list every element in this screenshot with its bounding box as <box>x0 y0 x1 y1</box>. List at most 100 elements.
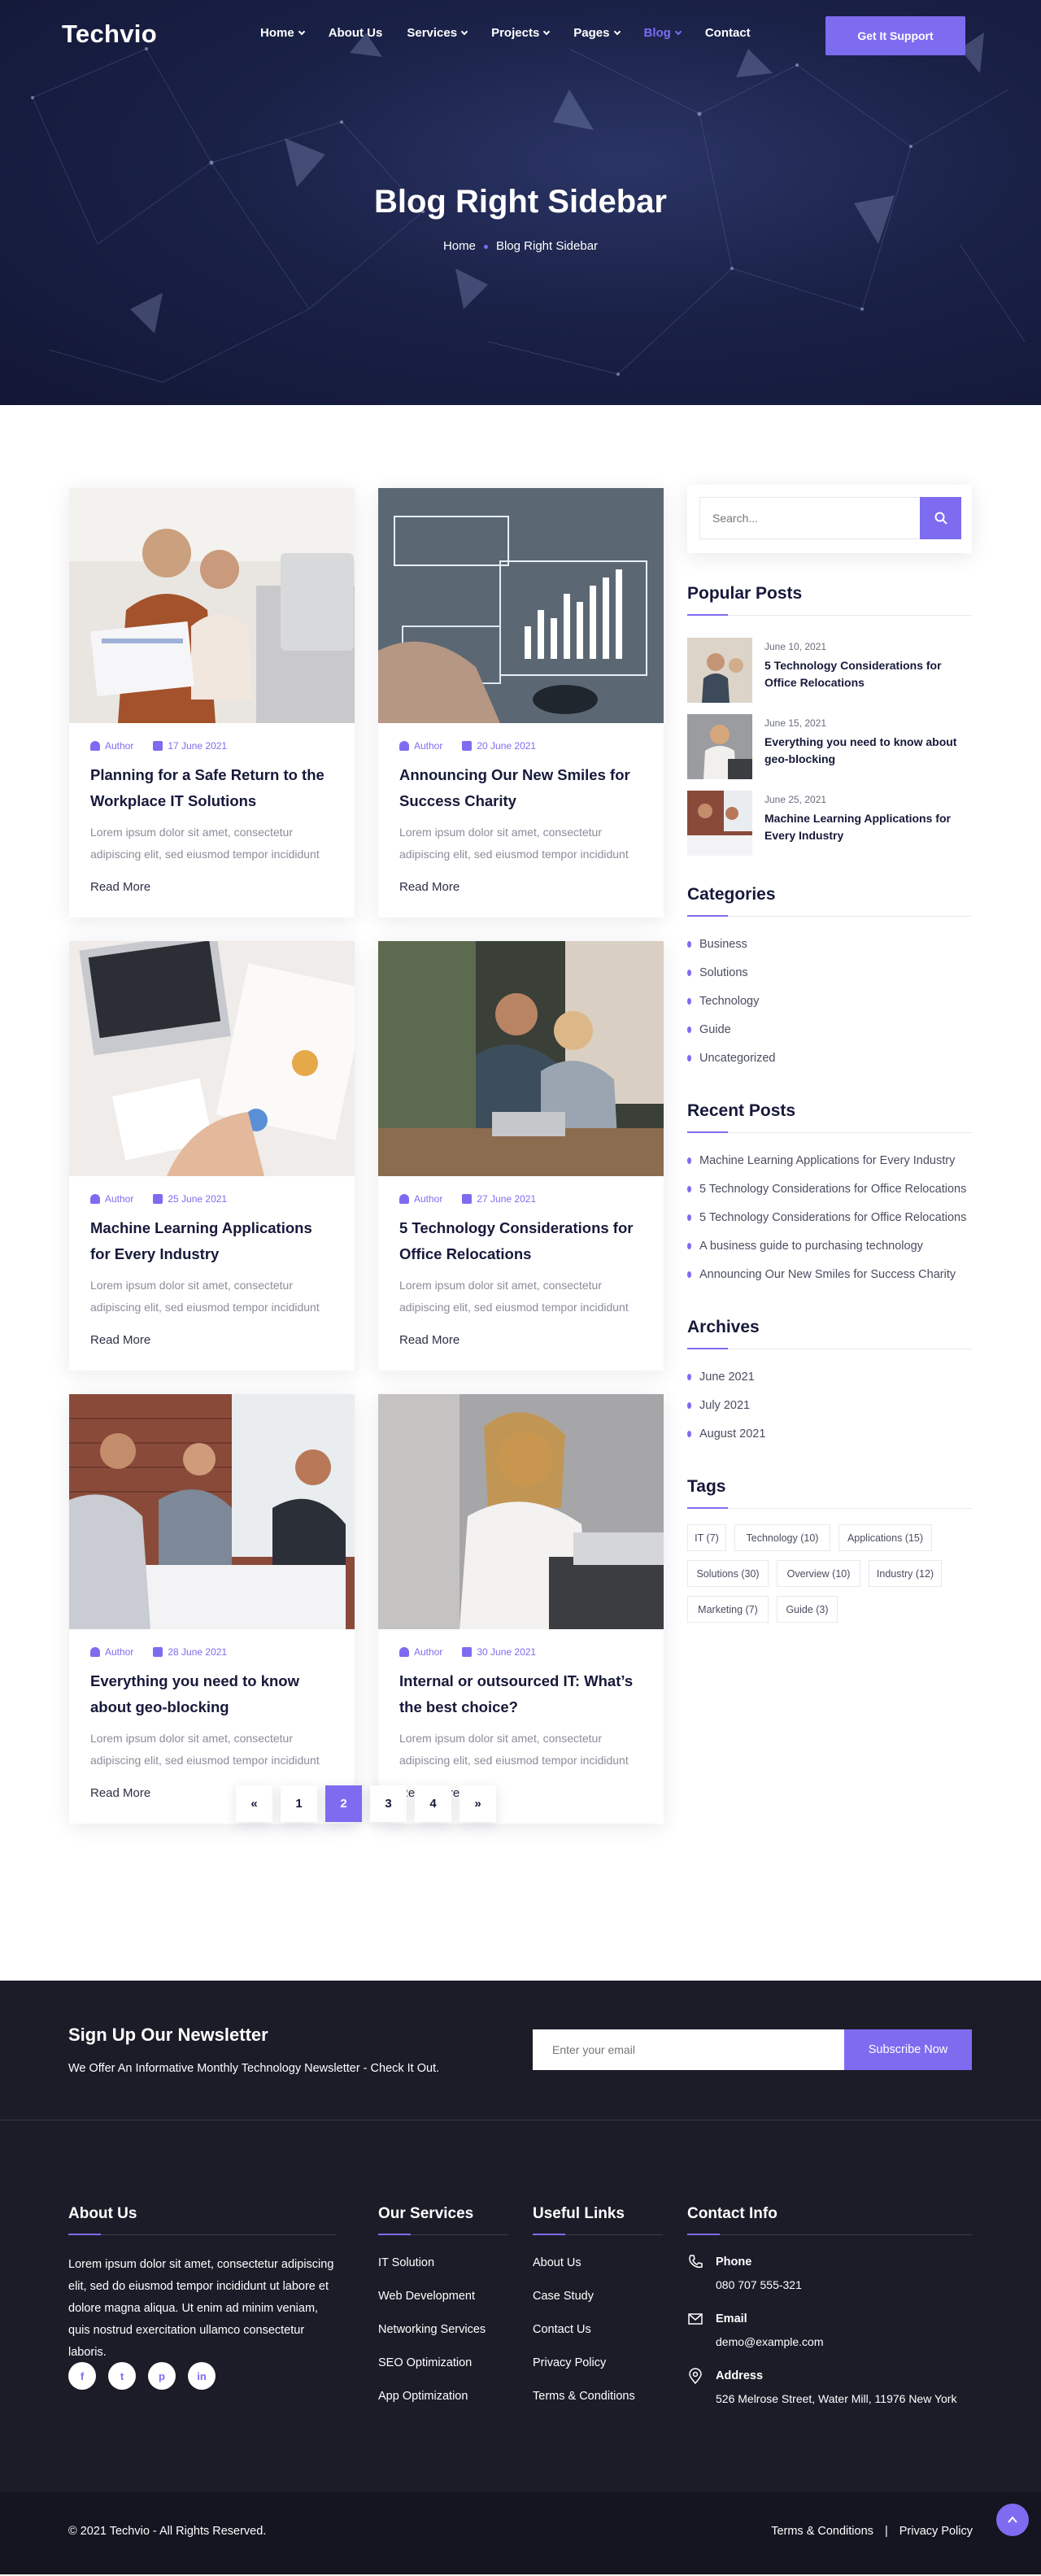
search-input[interactable] <box>699 497 921 539</box>
post-title[interactable]: Everything you need to know about geo-bl… <box>90 1668 334 1720</box>
recent-post-link[interactable]: 5 Technology Considerations for Office R… <box>687 1211 966 1224</box>
post-image[interactable] <box>69 1394 355 1629</box>
read-more-link[interactable]: Read More <box>90 1333 150 1347</box>
read-more-link[interactable]: Read More <box>399 880 460 894</box>
subscribe-button[interactable]: Subscribe Now <box>844 2029 972 2070</box>
tag-link[interactable]: Technology (10) <box>734 1524 830 1551</box>
nav-blog[interactable]: Blog <box>644 26 682 40</box>
category-link[interactable]: Uncategorized <box>687 1052 776 1065</box>
pagination-prev[interactable]: « <box>236 1785 272 1822</box>
post-title[interactable]: Machine Learning Applications for Every … <box>90 1215 334 1267</box>
category-link[interactable]: Guide <box>687 1023 731 1036</box>
tag-link[interactable]: Solutions (30) <box>687 1560 769 1587</box>
archive-link[interactable]: July 2021 <box>687 1399 750 1412</box>
read-more-link[interactable]: Read More <box>90 880 150 894</box>
post-image[interactable] <box>69 488 355 723</box>
linkedin-icon[interactable]: in <box>188 2362 216 2390</box>
popular-post-title[interactable]: Machine Learning Applications for Every … <box>764 810 972 844</box>
tag-link[interactable]: Overview (10) <box>777 1560 860 1587</box>
pagination-page-2[interactable]: 2 <box>325 1785 362 1822</box>
popular-post-thumb[interactable] <box>687 638 752 703</box>
pinterest-icon[interactable]: p <box>148 2362 176 2390</box>
contact-email-value[interactable]: demo@example.com <box>716 2335 824 2348</box>
popular-post-title[interactable]: 5 Technology Considerations for Office R… <box>764 657 972 691</box>
post-image[interactable] <box>378 941 664 1176</box>
popular-post-item[interactable]: June 15, 2021 Everything you need to kno… <box>687 714 972 779</box>
recent-post-link[interactable]: Announcing Our New Smiles for Success Ch… <box>687 1268 956 1281</box>
category-link[interactable]: Solutions <box>687 966 748 979</box>
popular-post-title[interactable]: Everything you need to know about geo-bl… <box>764 734 972 768</box>
facebook-icon[interactable]: f <box>68 2362 96 2390</box>
privacy-link[interactable]: Privacy Policy <box>899 2525 973 2538</box>
post-title[interactable]: Announcing Our New Smiles for Success Ch… <box>399 762 643 814</box>
twitter-icon[interactable]: t <box>108 2362 136 2390</box>
location-icon <box>689 2368 702 2384</box>
footer-useful-link[interactable]: Privacy Policy <box>533 2356 606 2369</box>
footer-useful-link[interactable]: Case Study <box>533 2290 594 2303</box>
tag-link[interactable]: Industry (12) <box>869 1560 942 1587</box>
recent-post-link[interactable]: Machine Learning Applications for Every … <box>687 1154 955 1167</box>
page-banner: Techvio Home About Us Services Projects … <box>0 0 1041 405</box>
footer-useful-link[interactable]: Terms & Conditions <box>533 2390 635 2403</box>
archive-link[interactable]: August 2021 <box>687 1427 765 1441</box>
recent-post-link[interactable]: 5 Technology Considerations for Office R… <box>687 1183 966 1196</box>
newsletter-email-input[interactable] <box>533 2029 844 2070</box>
tag-link[interactable]: Applications (15) <box>838 1524 932 1551</box>
popular-post-thumb[interactable] <box>687 791 752 856</box>
post-title[interactable]: Planning for a Safe Return to the Workpl… <box>90 762 334 814</box>
tag-link[interactable]: IT (7) <box>687 1524 726 1551</box>
user-icon <box>90 741 100 751</box>
tag-link[interactable]: Guide (3) <box>777 1596 838 1623</box>
post-author[interactable]: Author <box>414 1646 442 1658</box>
post-image[interactable] <box>69 941 355 1176</box>
post-excerpt: Lorem ipsum dolor sit amet, consectetur … <box>90 1732 320 1767</box>
pagination-page-3[interactable]: 3 <box>370 1785 407 1822</box>
archive-link[interactable]: June 2021 <box>687 1371 755 1384</box>
post-image[interactable] <box>378 488 664 723</box>
user-icon <box>399 741 409 751</box>
popular-post-item[interactable]: June 25, 2021 Machine Learning Applicati… <box>687 791 972 856</box>
pagination-page-4[interactable]: 4 <box>415 1785 451 1822</box>
breadcrumb-home[interactable]: Home <box>443 239 476 253</box>
post-title[interactable]: Internal or outsourced IT: What’s the be… <box>399 1668 643 1720</box>
nav-home[interactable]: Home <box>260 26 305 40</box>
post-meta: Author 27 June 2021 <box>399 1193 536 1205</box>
read-more-link[interactable]: Read More <box>399 1333 460 1347</box>
post-author[interactable]: Author <box>414 740 442 752</box>
post-author[interactable]: Author <box>105 740 133 752</box>
site-footer: About Us Lorem ipsum dolor sit amet, con… <box>0 2121 1041 2492</box>
post-image[interactable] <box>378 1394 664 1629</box>
popular-post-thumb[interactable] <box>687 714 752 779</box>
footer-service-link[interactable]: Networking Services <box>378 2323 486 2336</box>
footer-useful-link[interactable]: Contact Us <box>533 2323 591 2336</box>
recent-post-link[interactable]: A business guide to purchasing technolog… <box>687 1240 923 1253</box>
site-logo[interactable]: Techvio <box>62 20 157 49</box>
post-title[interactable]: 5 Technology Considerations for Office R… <box>399 1215 643 1267</box>
get-it-support-button[interactable]: Get It Support <box>825 16 965 55</box>
terms-link[interactable]: Terms & Conditions <box>771 2525 873 2538</box>
contact-phone-value[interactable]: 080 707 555-321 <box>716 2278 802 2291</box>
footer-service-link[interactable]: SEO Optimization <box>378 2356 472 2369</box>
post-author[interactable]: Author <box>105 1646 133 1658</box>
pagination-page-1[interactable]: 1 <box>281 1785 317 1822</box>
category-link[interactable]: Business <box>687 938 747 951</box>
post-author[interactable]: Author <box>105 1193 133 1205</box>
footer-service-link[interactable]: App Optimization <box>378 2390 468 2403</box>
nav-services[interactable]: Services <box>407 26 468 40</box>
tag-link[interactable]: Marketing (7) <box>687 1596 769 1623</box>
footer-service-link[interactable]: Web Development <box>378 2290 475 2303</box>
nav-pages[interactable]: Pages <box>573 26 621 40</box>
search-button[interactable] <box>920 497 961 539</box>
read-more-link[interactable]: Read More <box>90 1786 150 1800</box>
post-author[interactable]: Author <box>414 1193 442 1205</box>
footer-service-link[interactable]: IT Solution <box>378 2256 434 2269</box>
category-link[interactable]: Technology <box>687 995 759 1008</box>
footer-about-text: Lorem ipsum dolor sit amet, consectetur … <box>68 2258 334 2359</box>
footer-useful-link[interactable]: About Us <box>533 2256 581 2269</box>
nav-about[interactable]: About Us <box>329 26 383 40</box>
popular-post-item[interactable]: June 10, 2021 5 Technology Consideration… <box>687 638 972 703</box>
back-to-top-button[interactable] <box>996 2504 1029 2536</box>
pagination-next[interactable]: » <box>460 1785 496 1822</box>
nav-projects[interactable]: Projects <box>491 26 551 40</box>
nav-contact[interactable]: Contact <box>705 26 751 40</box>
